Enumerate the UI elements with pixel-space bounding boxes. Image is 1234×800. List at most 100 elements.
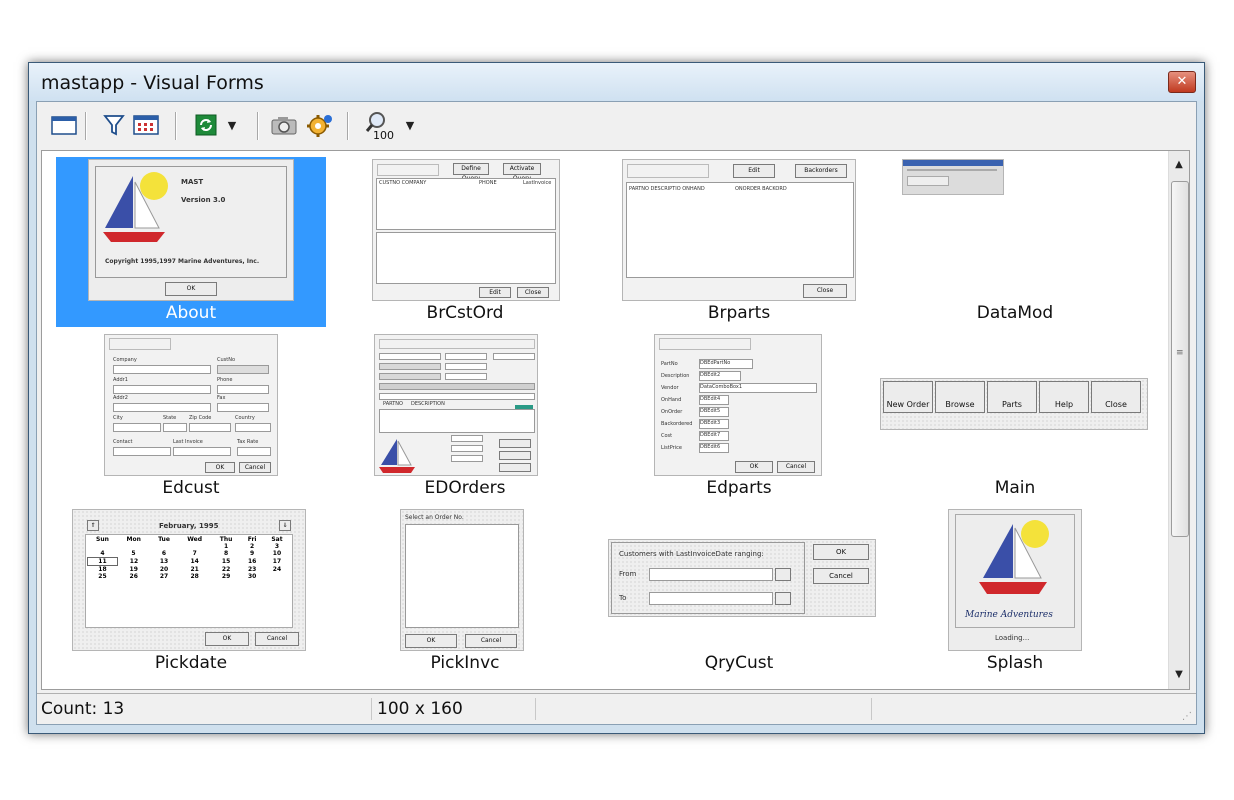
calendar-day[interactable]: 24 [263, 566, 290, 574]
calendar-day[interactable]: 7 [178, 550, 211, 558]
form-item-edcust[interactable]: Company CustNo Addr1 Phone Addr2 Fax Cit… [56, 332, 326, 502]
settings-icon[interactable] [305, 110, 335, 140]
scroll-thumb[interactable]: ≡ [1171, 181, 1189, 537]
form-item-datamod[interactable]: DataMod [880, 157, 1150, 327]
forms-gallery: MAST Version 3.0 Copyright 1995,1997 Mar… [41, 150, 1190, 690]
calendar-day-header: Wed [187, 536, 203, 543]
status-count: Count: 13 [37, 698, 372, 720]
zoom-dropdown-icon[interactable]: ▼ [403, 110, 417, 140]
calendar-day[interactable]: 9 [241, 550, 264, 558]
calendar-grid[interactable]: Sun Mon Tue Wed Thu Fri Sat 1 2 3 4 5 6 7 8 9 10 11 12 13 14… [87, 536, 291, 580]
calendar-day[interactable] [150, 543, 178, 550]
calendar-day[interactable]: 26 [117, 573, 150, 580]
calendar-day[interactable]: 6 [150, 550, 178, 558]
calendar-day[interactable]: 8 [211, 550, 241, 558]
form-thumbnail [902, 159, 1004, 195]
calendar-day[interactable]: 11 [87, 557, 118, 566]
calendar-day[interactable]: 20 [150, 566, 178, 574]
calendar-day-header: Thu [219, 536, 233, 543]
calendar-day[interactable]: 27 [150, 573, 178, 580]
form-item-brparts[interactable]: Edit Backorders PARTNO DESCRIPTIO ONHAND… [604, 157, 874, 327]
status-panel-empty [873, 698, 1177, 720]
form-caption: Brparts [707, 303, 771, 323]
form-caption: BrCstOrd [426, 303, 504, 323]
form-caption: Edparts [706, 478, 772, 498]
calendar-day[interactable]: 25 [88, 573, 118, 580]
form-thumbnail: Edit Backorders PARTNO DESCRIPTIO ONHAND… [622, 159, 856, 301]
visual-forms-window: mastapp - Visual Forms ✕ ▼ 100 ▼ MAST Ve… [28, 62, 1205, 734]
form-thumbnail: MAST Version 3.0 Copyright 1995,1997 Mar… [88, 159, 294, 301]
calendar-day[interactable]: 1 [211, 543, 241, 550]
form-thumbnail: PARTNO DESCRIPTION [374, 334, 538, 476]
calendar-day[interactable]: 12 [117, 558, 150, 566]
form-item-qrycust[interactable]: Customers with LastInvoiceDate ranging: … [604, 507, 876, 677]
status-size: 100 x 160 [373, 698, 536, 720]
form-item-about[interactable]: MAST Version 3.0 Copyright 1995,1997 Mar… [56, 157, 326, 327]
calendar-day[interactable]: 16 [241, 558, 264, 566]
form-thumbnail: Marine Adventures Loading... [948, 509, 1082, 651]
calendar-day[interactable]: 2 [241, 543, 264, 550]
resize-grip-icon[interactable]: ⋰ [1182, 711, 1192, 722]
calendar-day[interactable]: 29 [211, 573, 241, 580]
calendar-day[interactable] [263, 573, 290, 580]
form-thumbnail: New Order Browse Parts Help Close [880, 378, 1148, 430]
calendar-day[interactable]: 19 [117, 566, 150, 574]
calendar-day[interactable]: 22 [211, 566, 241, 574]
grid-icon[interactable] [131, 110, 161, 140]
form-item-edparts[interactable]: PartNo DBEdPartNo Description DBEdit2 Ve… [604, 332, 874, 502]
calendar-day-header: Fri [247, 536, 257, 543]
form-caption: Splash [986, 653, 1044, 673]
calendar-day[interactable]: 15 [211, 558, 241, 566]
sailboat-image [379, 439, 415, 473]
calendar-day[interactable]: 13 [150, 558, 178, 566]
calendar-day[interactable]: 28 [178, 573, 211, 580]
close-button[interactable]: ✕ [1168, 71, 1196, 93]
calendar-day-header: Sun [96, 536, 109, 543]
form-thumbnail: Company CustNo Addr1 Phone Addr2 Fax Cit… [104, 334, 278, 476]
form-item-edorders[interactable]: PARTNO DESCRIPTION EDOrders [330, 332, 600, 502]
form-caption: QryCust [704, 653, 774, 673]
calendar-day[interactable]: 14 [178, 558, 211, 566]
calendar-day[interactable] [88, 543, 118, 550]
refresh-icon[interactable] [191, 110, 221, 140]
calendar-day[interactable]: 4 [88, 550, 118, 558]
calendar-day[interactable]: 30 [241, 573, 264, 580]
calendar-day[interactable]: 10 [263, 550, 290, 558]
scroll-down-icon[interactable]: ▼ [1169, 665, 1189, 685]
zoom-level: 100 [373, 129, 394, 140]
form-item-pickinvc[interactable]: Select an Order No. OK Cancel PickInvc [330, 507, 600, 677]
calendar-day[interactable] [117, 543, 150, 550]
calendar-day[interactable]: 23 [241, 566, 264, 574]
form-thumbnail: ⇑ February, 1995 ⇓ Sun Mon Tue Wed Thu Fri Sat… [72, 509, 306, 651]
form-caption: Edcust [162, 478, 220, 498]
vertical-scrollbar[interactable]: ▲ ≡ ▼ [1168, 151, 1189, 689]
form-item-pickdate[interactable]: ⇑ February, 1995 ⇓ Sun Mon Tue Wed Thu Fri Sat… [56, 507, 326, 677]
client-area: ▼ 100 ▼ MAST Version 3.0 Copyright 1995,… [36, 101, 1197, 725]
scroll-up-icon[interactable]: ▲ [1169, 155, 1189, 175]
form-caption: PickInvc [430, 653, 500, 673]
form-thumbnail: PartNo DBEdPartNo Description DBEdit2 Ve… [654, 334, 822, 476]
form-item-main[interactable]: New Order Browse Parts Help Close Main [880, 332, 1150, 502]
calendar-day[interactable]: 17 [263, 558, 290, 566]
camera-icon[interactable] [269, 110, 299, 140]
refresh-dropdown-icon[interactable]: ▼ [225, 110, 239, 140]
toolbar: ▼ 100 ▼ [37, 102, 1196, 148]
calendar-day-header: Mon [126, 536, 141, 543]
window-title: mastapp - Visual Forms [41, 72, 264, 94]
form-thumbnail: Select an Order No. OK Cancel [400, 509, 524, 651]
zoom-icon[interactable]: 100 [363, 110, 397, 140]
form-item-splash[interactable]: Marine Adventures Loading... Splash [880, 507, 1150, 677]
calendar-day[interactable] [178, 543, 211, 550]
form-caption: EDOrders [424, 478, 506, 498]
calendar-day[interactable]: 18 [88, 566, 118, 573]
calendar-day[interactable]: 3 [263, 543, 290, 550]
form-view-icon[interactable] [49, 110, 79, 140]
form-caption: DataMod [976, 303, 1054, 323]
form-item-brcstord[interactable]: Define Query Activate Query CUSTNO COMPA… [330, 157, 600, 327]
calendar-day[interactable]: 21 [178, 566, 211, 574]
filter-icon[interactable] [99, 110, 129, 140]
title-bar[interactable]: mastapp - Visual Forms ✕ [29, 63, 1204, 101]
calendar-day[interactable]: 5 [117, 550, 150, 558]
form-caption: Main [994, 478, 1036, 498]
form-thumbnail: Define Query Activate Query CUSTNO COMPA… [372, 159, 560, 301]
